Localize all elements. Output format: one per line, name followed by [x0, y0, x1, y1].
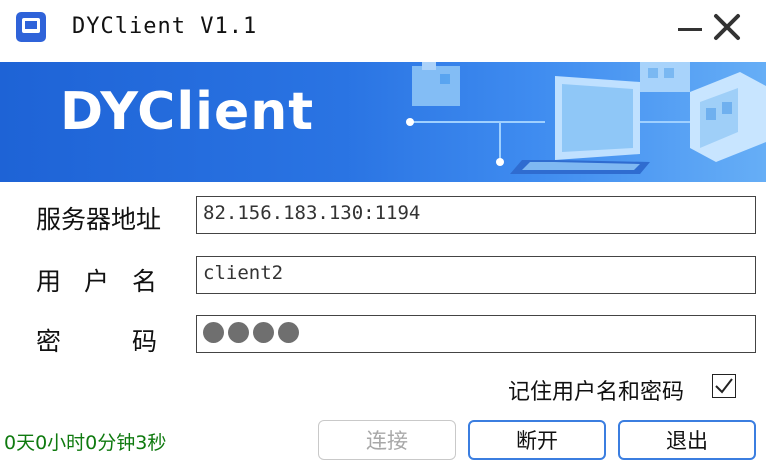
password-mask-dot	[278, 322, 299, 343]
username-label-char: 用	[36, 267, 62, 296]
password-label-char: 码	[132, 327, 158, 356]
minimize-icon[interactable]	[676, 14, 706, 44]
exit-button[interactable]: 退出	[618, 420, 756, 460]
server-address-label: 服务器地址	[36, 205, 162, 234]
password-field[interactable]	[196, 315, 756, 353]
password-mask-dot	[228, 322, 249, 343]
window-title: DYClient V1.1	[72, 14, 258, 39]
password-mask	[203, 322, 299, 343]
banner-title: DYClient	[60, 82, 315, 142]
password-mask-dot	[253, 322, 274, 343]
username-label-char: 名	[132, 267, 158, 296]
banner: DYClient	[0, 62, 766, 182]
username-field[interactable]: client2	[196, 256, 756, 294]
remember-credentials-label: 记住用户名和密码	[508, 380, 685, 405]
remember-credentials-checkbox[interactable]	[712, 374, 736, 398]
disconnect-button[interactable]: 断开	[468, 420, 606, 460]
title-bar[interactable]: DYClient V1.1	[0, 0, 766, 60]
vpn-app-icon	[16, 12, 46, 42]
password-label-char: 密	[36, 327, 62, 356]
server-address-value: 82.156.183.130:1194	[203, 202, 421, 224]
username-value: client2	[203, 262, 284, 284]
username-label-char: 户	[84, 267, 110, 296]
checkmark-icon	[715, 378, 733, 394]
close-icon[interactable]	[712, 12, 742, 42]
server-address-field[interactable]: 82.156.183.130:1194	[196, 196, 756, 234]
password-mask-dot	[203, 322, 224, 343]
connection-timer: 0天0小时0分钟3秒	[4, 432, 167, 454]
connect-button[interactable]: 连接	[318, 420, 456, 460]
